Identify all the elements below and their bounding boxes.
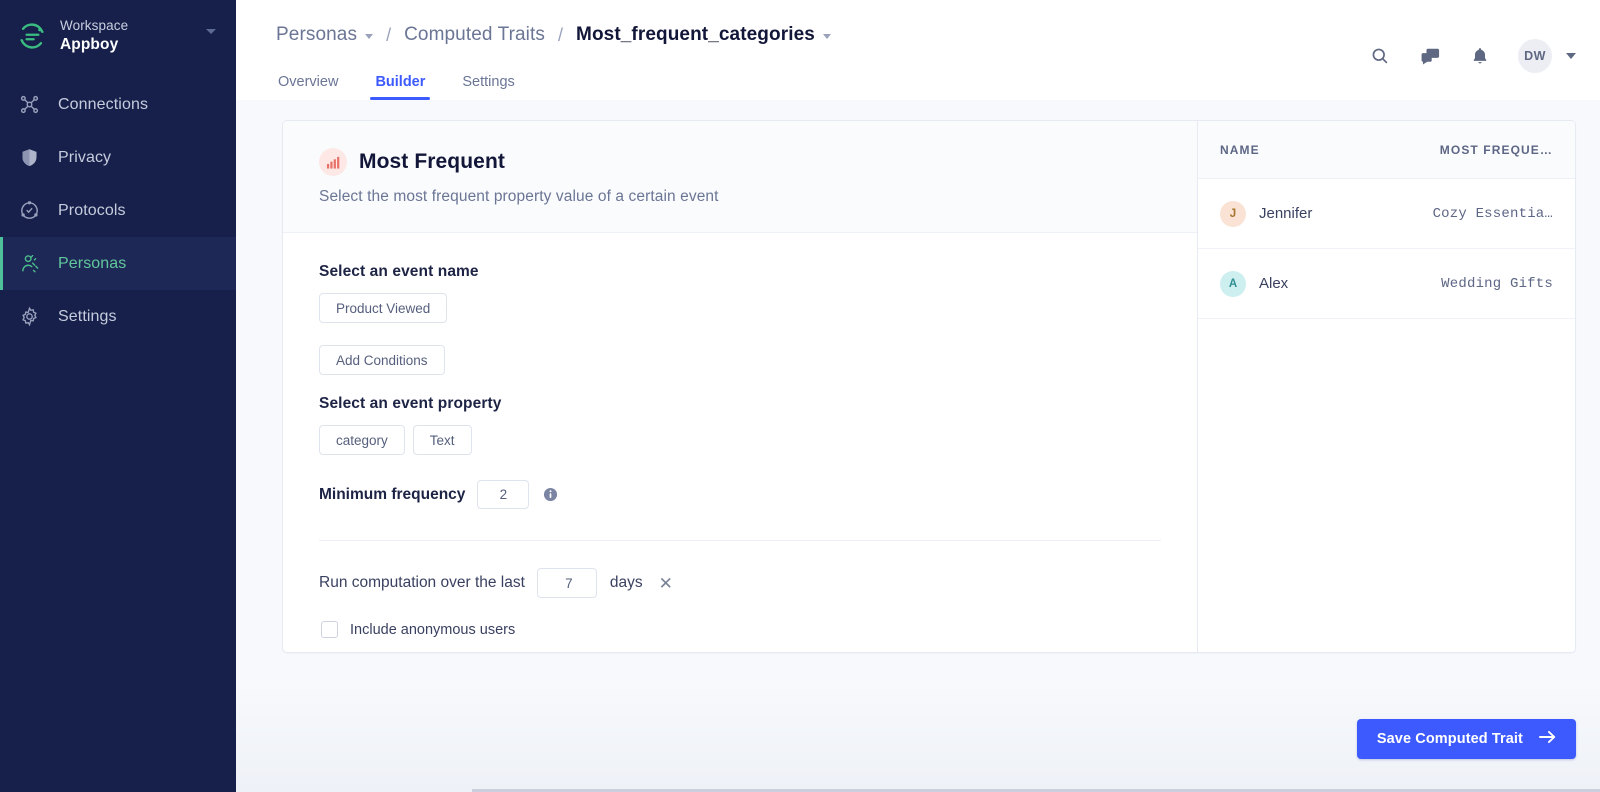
sidebar-item-label: Privacy [58,149,111,167]
avatar[interactable]: DW [1518,39,1552,73]
search-icon[interactable] [1368,44,1392,68]
run-computation-label: Run computation over the last [319,574,525,592]
avatar: A [1220,271,1246,297]
topbar: Personas / Computed Traits / Most_freque… [236,0,1600,100]
top-actions: DW [1368,39,1576,73]
workspace-switcher[interactable]: Workspace Appboy [0,0,236,72]
app-root: Workspace Appboy Connections [0,0,1600,792]
table-row[interactable]: J Jennifer Cozy Essentia… [1198,179,1575,249]
include-anonymous-label: Include anonymous users [350,622,515,638]
divider [319,540,1161,541]
minimum-frequency-label: Minimum frequency [319,486,465,504]
sidebar-item-protocols[interactable]: Protocols [0,184,236,237]
preview-user: A Alex [1220,271,1441,297]
trait-value: Wedding Gifts [1441,276,1553,292]
include-anonymous-checkbox[interactable] [321,621,338,638]
builder-card-header: Most Frequent Select the most frequent p… [283,121,1197,233]
builder-area: Most Frequent Select the most frequent p… [236,100,1600,685]
breadcrumb-item-computed-traits[interactable]: Computed Traits [404,24,545,46]
chevron-down-icon[interactable] [823,34,831,39]
sidebar-item-privacy[interactable]: Privacy [0,131,236,184]
include-anonymous-row: Include anonymous users [321,621,1161,638]
sidebar: Workspace Appboy Connections [0,0,236,792]
gear-icon [14,306,44,327]
column-header-value: MOST FREQUE… [1440,143,1553,157]
user-name: Jennifer [1259,205,1312,222]
footer-bar: Save Computed Trait [236,685,1600,792]
builder-card-body: Select an event name Product Viewed Add … [283,233,1197,652]
builder-card: Most Frequent Select the most frequent p… [282,120,1576,653]
bell-icon[interactable] [1468,44,1492,68]
add-conditions-button[interactable]: Add Conditions [319,345,445,375]
user-name: Alex [1259,275,1288,292]
workspace-name: Appboy [60,36,118,53]
builder-form: Most Frequent Select the most frequent p… [283,121,1197,652]
page-title: Most Frequent [359,150,505,174]
minimum-frequency-row: Minimum frequency [319,480,1161,509]
event-name-select[interactable]: Product Viewed [319,293,447,323]
protocols-icon [14,200,44,221]
sidebar-item-label: Personas [58,255,126,273]
breadcrumb-separator: / [558,25,563,46]
chevron-down-icon[interactable] [206,29,216,34]
save-button-label: Save Computed Trait [1377,731,1523,747]
preview-table-header: NAME MOST FREQUE… [1198,121,1575,179]
sidebar-item-settings[interactable]: Settings [0,290,236,343]
column-header-name: NAME [1220,143,1440,157]
tab-builder[interactable]: Builder [373,74,427,100]
trait-value: Cozy Essentia… [1433,206,1553,222]
sidebar-item-label: Settings [58,308,117,326]
event-property-select[interactable]: category [319,425,405,455]
tab-overview[interactable]: Overview [276,74,340,100]
page-subtitle: Select the most frequent property value … [319,188,1161,206]
table-row[interactable]: A Alex Wedding Gifts [1198,249,1575,319]
chat-bubble-icon[interactable] [1418,44,1442,68]
tab-settings[interactable]: Settings [460,74,516,100]
sidebar-item-connections[interactable]: Connections [0,78,236,131]
bar-chart-icon [319,148,347,176]
breadcrumb-separator: / [386,25,391,46]
sidebar-item-label: Connections [58,96,148,114]
segment-logo-icon [14,18,50,54]
event-name-label: Select an event name [319,263,1161,281]
minimum-frequency-input[interactable] [477,480,529,509]
save-computed-trait-button[interactable]: Save Computed Trait [1357,719,1576,759]
sidebar-nav: Connections Privacy [0,78,236,343]
workspace-text: Workspace Appboy [60,17,128,55]
sidebar-item-label: Protocols [58,202,126,220]
preview-user: J Jennifer [1220,201,1433,227]
event-property-type-select[interactable]: Text [413,425,472,455]
workspace-label: Workspace [60,18,128,33]
preview-panel: NAME MOST FREQUE… J Jennifer Cozy Essent… [1197,121,1575,652]
connections-icon [14,94,44,115]
avatar: J [1220,201,1246,227]
chevron-down-icon[interactable] [1566,53,1576,59]
event-property-label: Select an event property [319,395,1161,413]
run-computation-days-input[interactable] [537,568,597,598]
run-computation-row: Run computation over the last days ✕ [319,568,1161,598]
personas-icon [14,253,44,274]
shield-icon [14,147,44,168]
chevron-down-icon[interactable] [365,34,373,39]
sidebar-item-personas[interactable]: Personas [0,237,236,290]
breadcrumb-item-current: Most_frequent_categories [576,24,815,46]
days-label: days [610,574,643,592]
breadcrumb-item-personas[interactable]: Personas [276,24,357,46]
main-content: Personas / Computed Traits / Most_freque… [236,0,1600,792]
close-icon[interactable]: ✕ [659,575,673,592]
arrow-right-icon [1539,730,1556,748]
info-icon[interactable] [543,487,558,502]
